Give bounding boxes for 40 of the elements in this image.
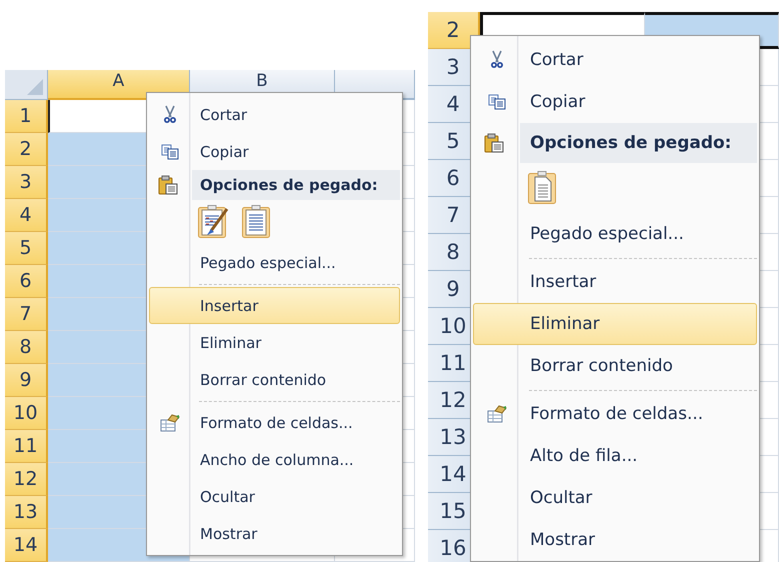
format-cells-icon — [487, 405, 507, 423]
paste-option-button[interactable] — [527, 171, 559, 205]
menu-item[interactable]: Mostrar — [149, 515, 400, 552]
menu-item[interactable]: Eliminar — [473, 303, 757, 345]
menu-section-header: Opciones de pegado: — [520, 123, 757, 163]
row-header[interactable]: 1 — [5, 100, 48, 133]
paste-option-button[interactable] — [197, 205, 229, 239]
row-header[interactable]: 2 — [428, 12, 480, 49]
row-header[interactable]: 3 — [5, 166, 48, 199]
menu-item[interactable]: Copiar — [149, 133, 400, 170]
row-header[interactable]: 4 — [5, 199, 48, 232]
row-header[interactable]: 7 — [5, 298, 48, 331]
clipboard-icon — [484, 133, 504, 153]
row-header[interactable]: 9 — [5, 364, 48, 397]
copy-icon — [488, 94, 506, 110]
row-header[interactable]: 12 — [5, 463, 48, 496]
menu-item[interactable]: Borrar contenido — [149, 361, 400, 398]
menu-item[interactable]: Formato de celdas... — [149, 404, 400, 441]
scissors-icon — [490, 50, 504, 70]
menu-item[interactable]: Eliminar — [149, 324, 400, 361]
clipboard-icon — [158, 175, 178, 195]
row-header[interactable]: 13 — [5, 496, 48, 529]
menu-item[interactable]: Pegado especial... — [149, 244, 400, 281]
triangle-icon[interactable] — [27, 79, 43, 95]
format-cells-icon — [160, 414, 180, 432]
row-header[interactable]: 10 — [5, 397, 48, 430]
row-header[interactable]: 2 — [5, 133, 48, 166]
paste-option-button[interactable] — [241, 205, 273, 239]
row-header[interactable]: 5 — [5, 232, 48, 265]
scissors-icon — [163, 104, 177, 124]
row-header[interactable]: 8 — [5, 331, 48, 364]
row-header[interactable]: 6 — [5, 265, 48, 298]
menu-item[interactable]: Ancho de columna... — [149, 441, 400, 478]
menu-item[interactable]: Insertar — [149, 287, 400, 324]
menu-item[interactable]: Ocultar — [149, 478, 400, 515]
row-header[interactable]: 14 — [5, 529, 48, 562]
copy-icon — [161, 144, 179, 160]
menu-section-header: Opciones de pegado: — [192, 170, 400, 200]
row-header[interactable]: 11 — [5, 430, 48, 463]
column-header[interactable]: A — [48, 70, 190, 100]
